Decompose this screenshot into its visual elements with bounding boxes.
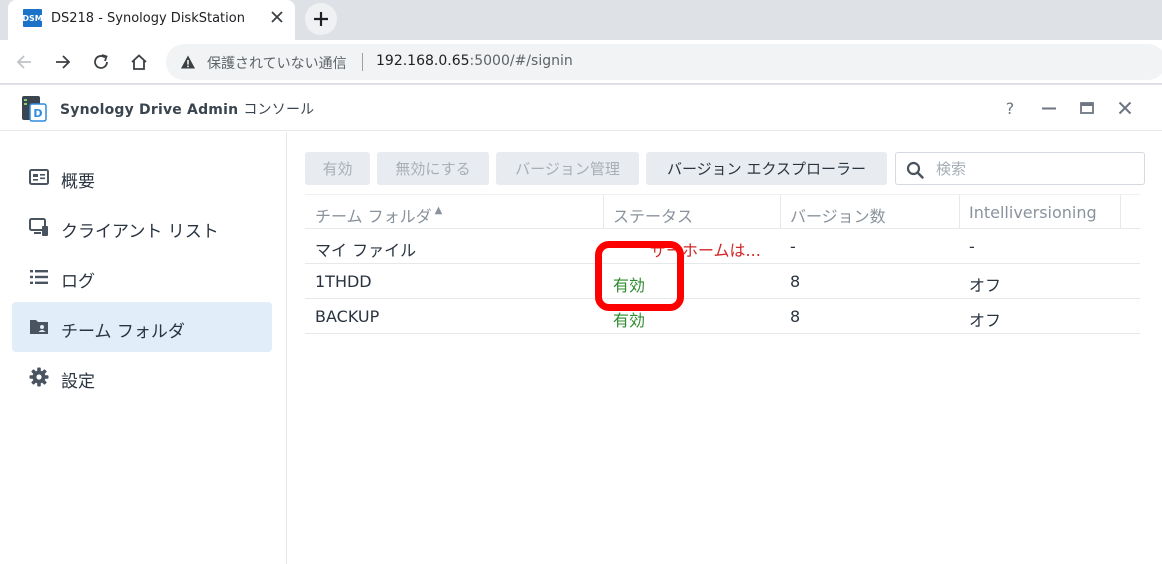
table-header: チーム フォルダ ▲ ステータス バージョン数 Intelliversioning: [305, 194, 1140, 229]
table-row[interactable]: BACKUP 有効 8 オフ: [305, 299, 1140, 334]
security-label[interactable]: 保護されていない通信: [207, 53, 347, 73]
maximize-icon[interactable]: [1075, 96, 1099, 120]
cell-intelliversioning: -: [969, 237, 975, 256]
drive-admin-logo-icon: D: [20, 95, 48, 123]
column-header-intelliversioning[interactable]: Intelliversioning: [959, 195, 1097, 229]
reload-icon[interactable]: [87, 48, 115, 76]
search-box[interactable]: [895, 152, 1145, 185]
tab-title: DS218 - Synology DiskStation: [51, 11, 245, 26]
version-management-button[interactable]: バージョン管理: [496, 152, 639, 185]
warning-icon[interactable]: [180, 54, 196, 70]
close-icon[interactable]: [1113, 96, 1137, 120]
client-list-icon: [29, 217, 49, 237]
sidebar-item-label: 概要: [61, 172, 95, 192]
minimize-icon[interactable]: [1037, 96, 1061, 120]
cell-version-count: 8: [790, 272, 801, 291]
sidebar-item-label: 設定: [61, 372, 95, 392]
browser-tab[interactable]: DSM DS218 - Synology DiskStation: [8, 0, 295, 40]
column-header-label: チーム フォルダ: [315, 207, 432, 226]
cell-folder-name: マイ ファイル: [315, 241, 417, 260]
sidebar-item-client-list[interactable]: クライアント リスト: [12, 202, 272, 252]
sidebar-item-log[interactable]: ログ: [12, 252, 272, 302]
table-row[interactable]: 1THDD 有効 8 オフ: [305, 264, 1140, 299]
forward-arrow-icon[interactable]: [49, 48, 77, 76]
log-list-icon: [29, 267, 49, 287]
sidebar-item-label: ログ: [61, 272, 95, 292]
help-button[interactable]: ?: [998, 96, 1022, 120]
window-header: D Synology Drive Admin コンソール ?: [0, 85, 1162, 131]
cell-intelliversioning: オフ: [969, 276, 1002, 295]
cell-version-count: -: [790, 237, 796, 256]
overview-icon: [29, 167, 49, 187]
home-icon[interactable]: [125, 48, 153, 76]
address-divider: [362, 53, 363, 71]
disable-button[interactable]: 無効にする: [377, 152, 489, 185]
drive-admin-window: D Synology Drive Admin コンソール ? 概要 クライアント…: [0, 84, 1162, 564]
cell-status: 有効: [613, 311, 646, 330]
column-header-version-count[interactable]: バージョン数: [780, 195, 886, 229]
table-row[interactable]: マイ ファイル ザーホームは... - -: [305, 229, 1140, 264]
url-text[interactable]: 192.168.0.65:5000/#/signin: [376, 53, 573, 69]
browser-tabstrip: DSM DS218 - Synology DiskStation: [0, 0, 1162, 40]
cell-folder-name: BACKUP: [315, 307, 380, 326]
sidebar-item-label: チーム フォルダ: [61, 322, 185, 342]
address-bar[interactable]: 保護されていない通信 192.168.0.65:5000/#/signin: [166, 44, 1162, 80]
cell-intelliversioning: オフ: [969, 311, 1002, 330]
tab-close-icon[interactable]: [265, 5, 289, 29]
column-header-status[interactable]: ステータス: [603, 195, 693, 229]
column-divider[interactable]: [1120, 195, 1121, 229]
cell-version-count: 8: [790, 307, 801, 326]
back-arrow-icon[interactable]: [10, 48, 38, 76]
sidebar-item-team-folder[interactable]: チーム フォルダ: [12, 302, 272, 352]
gear-icon: [29, 367, 49, 387]
team-folder-icon: [29, 317, 49, 337]
column-header-team-folder[interactable]: チーム フォルダ ▲: [305, 195, 442, 229]
search-icon: [906, 161, 924, 179]
sidebar-item-overview[interactable]: 概要: [12, 152, 272, 202]
sidebar-item-label: クライアント リスト: [61, 222, 219, 242]
search-input[interactable]: [936, 158, 1136, 180]
enable-button[interactable]: 有効: [305, 152, 370, 185]
svg-text:D: D: [33, 107, 42, 120]
window-title-suffix: コンソール: [243, 102, 315, 118]
cell-status: ザーホームは...: [650, 241, 761, 260]
sidebar-item-settings[interactable]: 設定: [12, 352, 272, 402]
version-explorer-button[interactable]: バージョン エクスプローラー: [646, 152, 887, 185]
cell-folder-name: 1THDD: [315, 272, 372, 291]
sidebar: 概要 クライアント リスト ログ チーム フォルダ 設定: [0, 132, 287, 564]
dsm-favicon-icon: DSM: [22, 9, 43, 27]
url-host: 192.168.0.65: [376, 53, 470, 69]
sort-ascending-icon: ▲: [434, 205, 443, 216]
window-title-main: Synology Drive Admin: [60, 102, 239, 118]
browser-toolbar: 保護されていない通信 192.168.0.65:5000/#/signin: [0, 40, 1162, 84]
url-path: :5000/#/signin: [469, 53, 573, 69]
window-title: Synology Drive Admin コンソール: [60, 99, 314, 119]
cell-status: 有効: [613, 276, 646, 295]
new-tab-icon[interactable]: [305, 3, 337, 35]
